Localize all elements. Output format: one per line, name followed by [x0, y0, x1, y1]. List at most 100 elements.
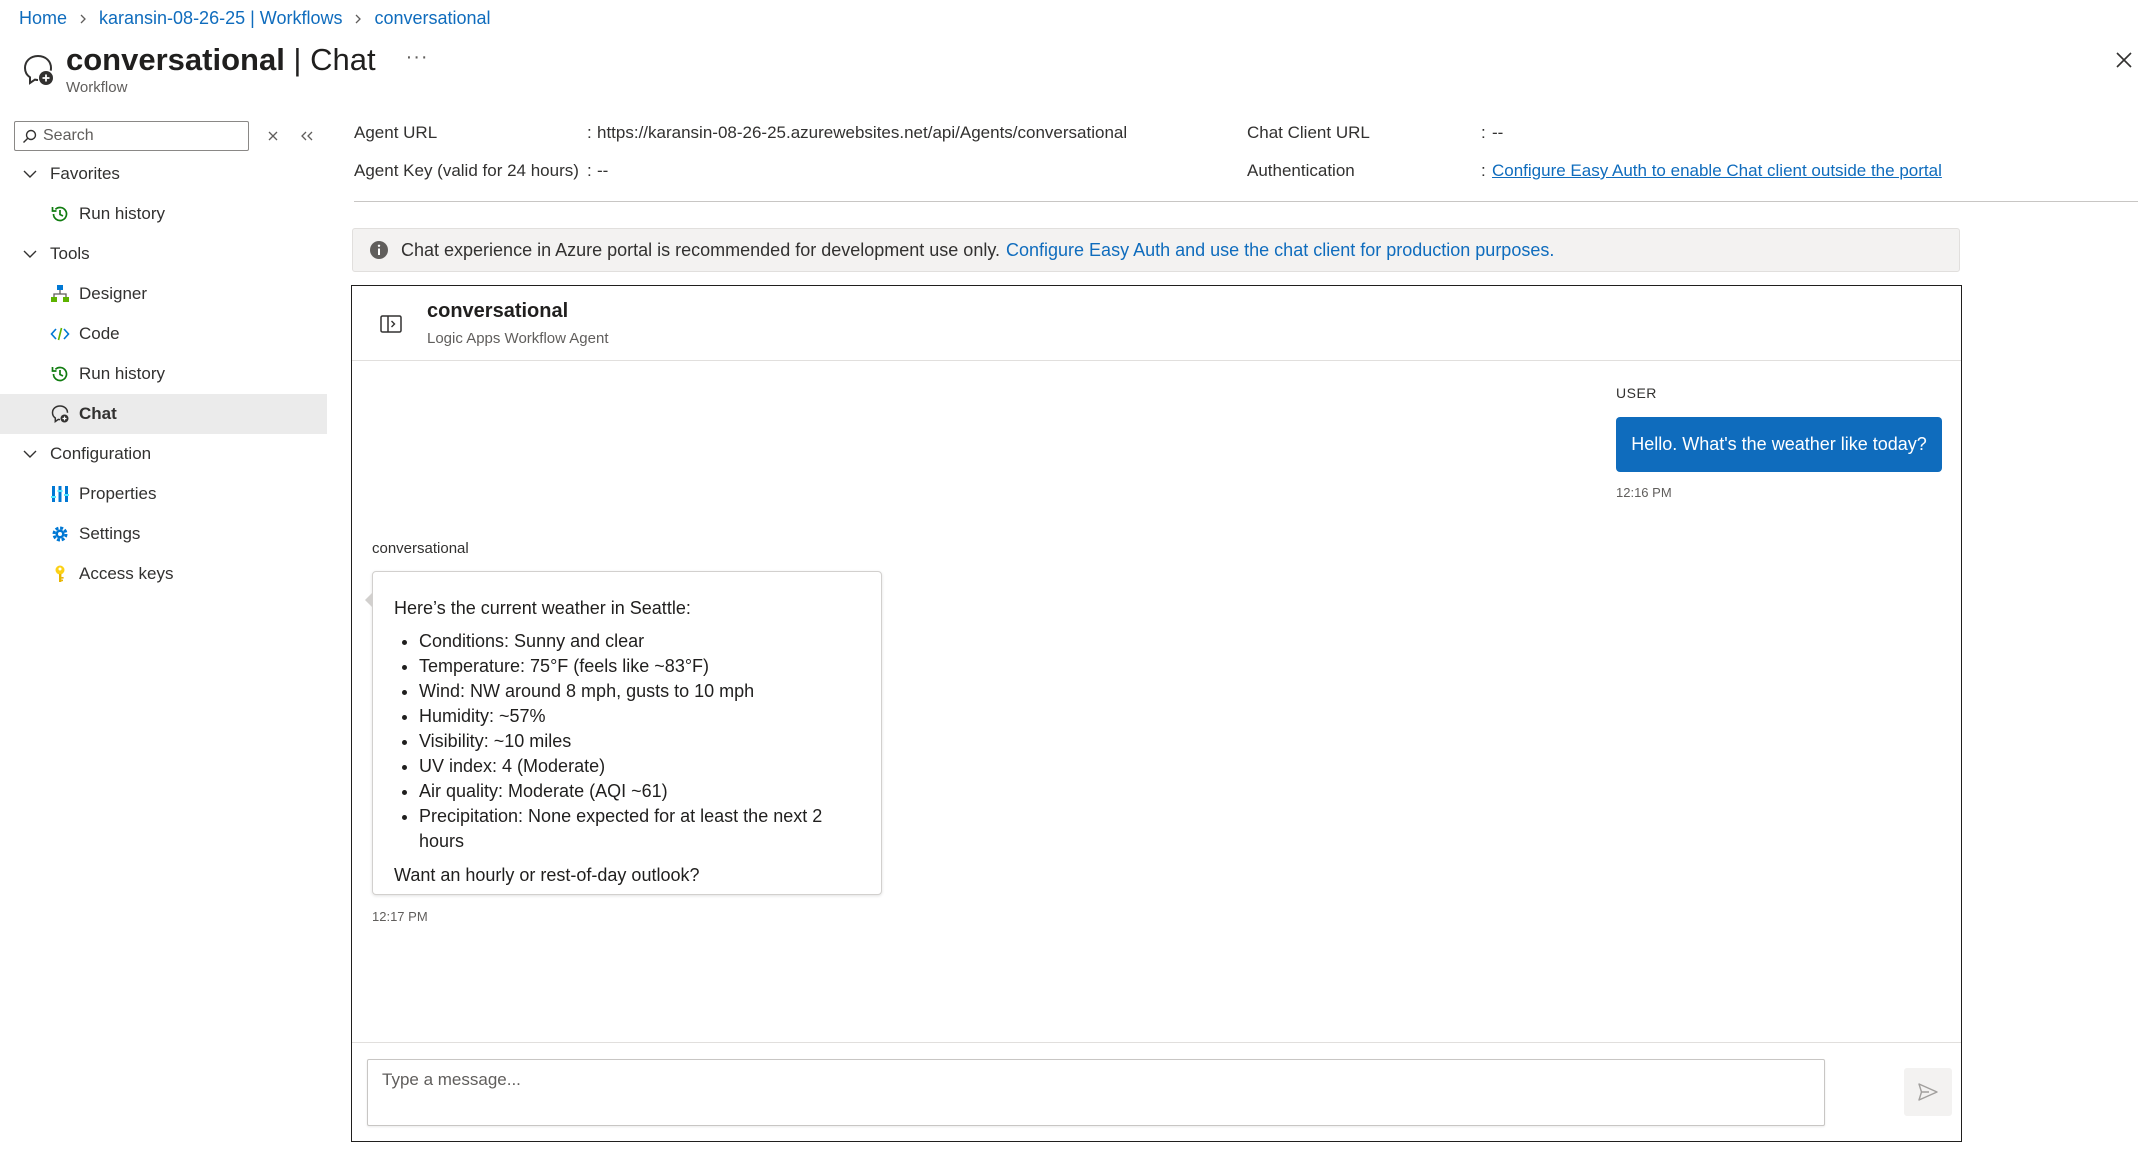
code-icon: [50, 324, 70, 344]
agent-message-bubble: Here’s the current weather in Seattle: C…: [365, 571, 882, 895]
chat-client-url-value: --: [1492, 123, 1504, 142]
agent-url-row: Agent URL : https://karansin-08-26-25.az…: [354, 120, 2138, 146]
sidebar-item-favorite-run-history[interactable]: Run history: [0, 194, 327, 234]
user-message-bubble: Hello. What's the weather like today?: [1616, 417, 1942, 472]
banner-text: Chat experience in Azure portal is recom…: [401, 239, 1000, 260]
breadcrumb-current[interactable]: conversational: [374, 8, 490, 29]
dev-use-banner: Chat experience in Azure portal is recom…: [352, 228, 1960, 272]
page-title: conversational | Chat: [66, 42, 376, 78]
page-title-section: | Chat: [284, 42, 376, 77]
page-header: conversational | Chat ··· Workflow: [20, 42, 429, 96]
send-icon: [1918, 1083, 1938, 1101]
breadcrumb-home[interactable]: Home: [19, 8, 67, 29]
chat-icon: [50, 404, 70, 424]
search-icon: [23, 129, 37, 143]
agent-key-value: --: [597, 161, 609, 180]
key-icon: [50, 564, 70, 584]
authentication-label: Authentication: [1247, 161, 1355, 180]
banner-easy-auth-link[interactable]: Configure Easy Auth and use the chat cli…: [1006, 240, 1554, 261]
agent-url-label: Agent URL: [354, 123, 438, 142]
configure-easy-auth-link[interactable]: Configure Easy Auth to enable Chat clien…: [1492, 161, 1942, 181]
clear-search-button[interactable]: [262, 125, 284, 147]
list-item: Visibility: ~10 miles: [419, 729, 861, 754]
history-icon: [50, 364, 70, 384]
weather-list: Conditions: Sunny and clear Temperature:…: [419, 629, 861, 854]
user-sender-label: USER: [1616, 385, 1657, 401]
chevron-right-icon: [352, 13, 364, 25]
message-input[interactable]: [367, 1059, 1825, 1126]
page-subtitle: Workflow: [66, 79, 128, 96]
info-icon: [370, 241, 388, 259]
list-item: Precipitation: None expected for at leas…: [419, 804, 861, 854]
agent-info-panel: Agent URL : https://karansin-08-26-25.az…: [354, 118, 2138, 202]
sidebar-item-run-history[interactable]: Run history: [0, 354, 327, 394]
page-title-workflow: conversational: [66, 42, 285, 77]
chevron-right-icon: [77, 13, 89, 25]
chevron-down-icon: [23, 170, 37, 178]
agent-key-row: Agent Key (valid for 24 hours) : -- Auth…: [354, 158, 2138, 184]
sidebar-item-label: Properties: [79, 484, 157, 503]
sidebar-item-settings[interactable]: Settings: [0, 514, 327, 554]
list-item: Wind: NW around 8 mph, gusts to 10 mph: [419, 679, 861, 704]
panel-toggle-icon[interactable]: [380, 314, 402, 334]
sidebar-search-input[interactable]: [43, 127, 233, 145]
sidebar-group-label: Configuration: [50, 444, 152, 463]
agent-message-outro: Want an hourly or rest-of-day outlook?: [394, 865, 700, 885]
list-item: Humidity: ~57%: [419, 704, 861, 729]
sidebar-item-label: Designer: [79, 284, 148, 303]
more-options-button[interactable]: ···: [406, 46, 429, 69]
sidebar-item-designer[interactable]: Designer: [0, 274, 327, 314]
sidebar-item-properties[interactable]: Properties: [0, 474, 327, 514]
sidebar-group-label: Favorites: [50, 164, 120, 183]
sidebar-group-tools[interactable]: Tools: [0, 234, 327, 274]
history-icon: [50, 204, 70, 224]
sidebar-item-code[interactable]: Code: [0, 314, 327, 354]
agent-url-value[interactable]: https://karansin-08-26-25.azurewebsites.…: [597, 123, 1127, 143]
agent-message-timestamp: 12:17 PM: [372, 909, 428, 924]
chat-header: conversational Logic Apps Workflow Agent: [352, 286, 1961, 361]
sidebar-item-label: Access keys: [79, 564, 174, 583]
bubble-tail: [365, 592, 373, 608]
agent-key-label: Agent Key (valid for 24 hours): [354, 161, 579, 180]
list-item: Conditions: Sunny and clear: [419, 629, 861, 654]
chat-workflow-icon: [23, 55, 53, 85]
sidebar-group-label: Tools: [50, 244, 90, 263]
list-item: Air quality: Moderate (AQI ~61): [419, 779, 861, 804]
sidebar-item-label: Code: [79, 324, 120, 343]
sidebar-group-configuration[interactable]: Configuration: [0, 434, 327, 474]
collapse-sidebar-button[interactable]: [296, 125, 318, 147]
chat-client-url-label: Chat Client URL: [1247, 123, 1370, 142]
send-button[interactable]: [1904, 1068, 1952, 1116]
sidebar-group-favorites[interactable]: Favorites: [0, 154, 327, 194]
chevron-down-icon: [23, 450, 37, 458]
sidebar-item-access-keys[interactable]: Access keys: [0, 554, 327, 594]
sidebar-search-row: [0, 118, 327, 154]
chat-client-url-colon: :: [1481, 123, 1486, 142]
double-chevron-left-icon: [301, 131, 313, 141]
agent-sender-label: conversational: [372, 540, 469, 557]
sidebar-item-label: Run history: [79, 364, 165, 383]
agent-name: conversational: [427, 300, 569, 322]
authentication-colon: :: [1481, 161, 1486, 180]
agent-message-intro: Here’s the current weather in Seattle:: [394, 598, 691, 618]
properties-icon: [50, 484, 70, 504]
sidebar-item-label: Chat: [79, 404, 117, 423]
gear-icon: [50, 524, 70, 544]
sidebar-item-label: Run history: [79, 204, 165, 223]
chevron-down-icon: [23, 250, 37, 258]
sidebar: Favorites Run history Tools Designer Cod…: [0, 118, 327, 594]
agent-key-colon: :: [587, 161, 592, 180]
breadcrumb: Home karansin-08-26-25 | Workflows conve…: [19, 8, 491, 29]
agent-url-colon: :: [587, 123, 592, 142]
close-icon[interactable]: [2112, 48, 2136, 72]
close-icon: [268, 131, 278, 141]
designer-icon: [50, 284, 70, 304]
breadcrumb-workflows[interactable]: karansin-08-26-25 | Workflows: [99, 8, 342, 29]
list-item: Temperature: 75°F (feels like ~83°F): [419, 654, 861, 679]
sidebar-item-chat[interactable]: Chat: [0, 394, 327, 434]
chat-panel: conversational Logic Apps Workflow Agent…: [351, 285, 1962, 1142]
sidebar-search-box[interactable]: [14, 121, 249, 151]
user-message-timestamp: 12:16 PM: [1616, 485, 1672, 500]
agent-subtitle: Logic Apps Workflow Agent: [427, 330, 609, 347]
message-composer: [352, 1042, 1961, 1142]
